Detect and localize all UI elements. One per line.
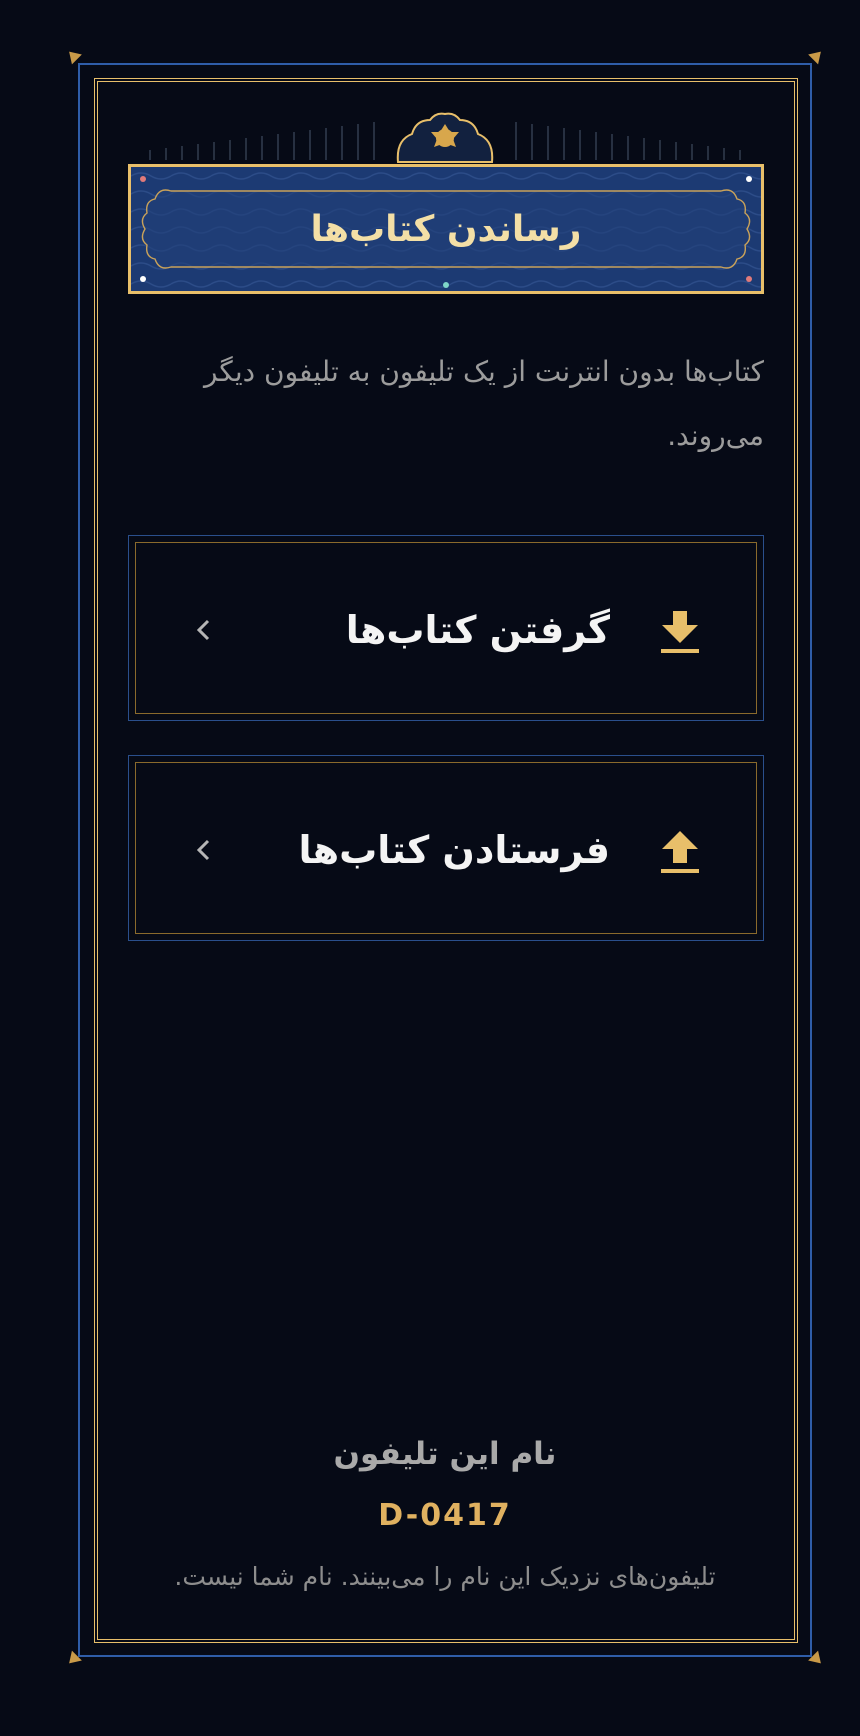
corner-ornament: [64, 46, 82, 65]
receive-books-button[interactable]: گرفتن کتاب‌ها: [128, 535, 764, 721]
corner-ornament: [808, 46, 826, 65]
device-name-label: نام این تلیفون: [333, 1436, 557, 1472]
receive-books-label: گرفتن کتاب‌ها: [345, 608, 610, 652]
page-description: کتاب‌ها بدون انترنت از یک تلیفون به تلیف…: [203, 355, 764, 452]
card-border: فرستادن کتاب‌ها: [135, 762, 757, 934]
send-books-label: فرستادن کتاب‌ها: [298, 828, 610, 872]
send-books-button[interactable]: فرستادن کتاب‌ها: [128, 755, 764, 941]
card-border: گرفتن کتاب‌ها: [135, 542, 757, 714]
upload-icon: [661, 831, 699, 873]
page-title: رساندن کتاب‌ها: [310, 208, 582, 250]
chevron-left-icon: [196, 839, 210, 861]
device-name-note: تلیفون‌های نزدیک این نام را می‌بینند. نا…: [174, 1562, 716, 1591]
page-header-banner: رساندن کتاب‌ها: [128, 164, 764, 294]
device-name-value: D-0417: [378, 1498, 512, 1533]
chevron-left-icon: [196, 619, 210, 641]
header-ornament: [149, 112, 741, 163]
download-icon: [661, 611, 699, 653]
